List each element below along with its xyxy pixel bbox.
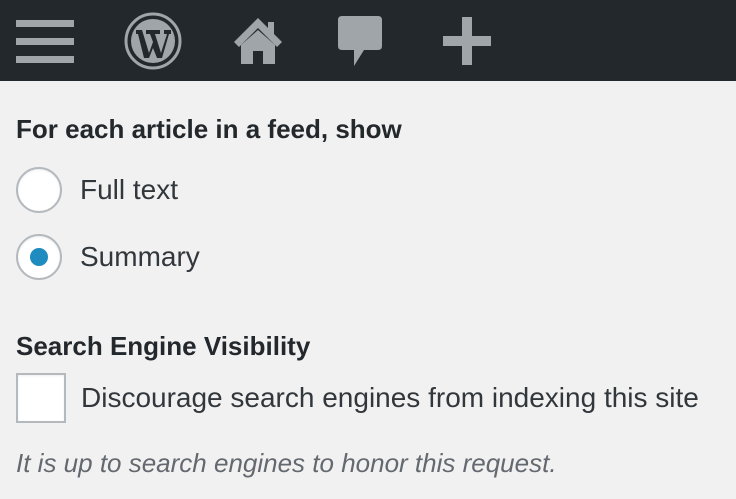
plus-icon[interactable] [436, 0, 498, 81]
search-visibility-title: Search Engine Visibility [16, 331, 311, 361]
summary-option[interactable]: Summary [16, 231, 200, 283]
discourage-search-engines-label: Discourage search engines from indexing … [81, 382, 699, 413]
menu-icon[interactable] [12, 0, 78, 81]
comment-icon[interactable] [332, 0, 388, 81]
summary-radio[interactable] [16, 234, 62, 280]
full-text-radio[interactable] [16, 167, 62, 213]
feed-setting-title: For each article in a feed, show [16, 114, 402, 144]
radio-selected-dot [30, 248, 48, 266]
full-text-label: Full text [80, 174, 179, 205]
home-icon[interactable] [228, 0, 288, 81]
wordpress-logo-icon[interactable] [122, 0, 184, 81]
summary-label: Summary [80, 241, 200, 272]
discourage-search-engines-option[interactable]: Discourage search engines from indexing … [16, 372, 699, 424]
discourage-search-engines-checkbox[interactable] [16, 373, 66, 423]
admin-bar [0, 0, 736, 81]
search-visibility-description: It is up to search engines to honor this… [16, 448, 557, 478]
full-text-option[interactable]: Full text [16, 164, 178, 216]
